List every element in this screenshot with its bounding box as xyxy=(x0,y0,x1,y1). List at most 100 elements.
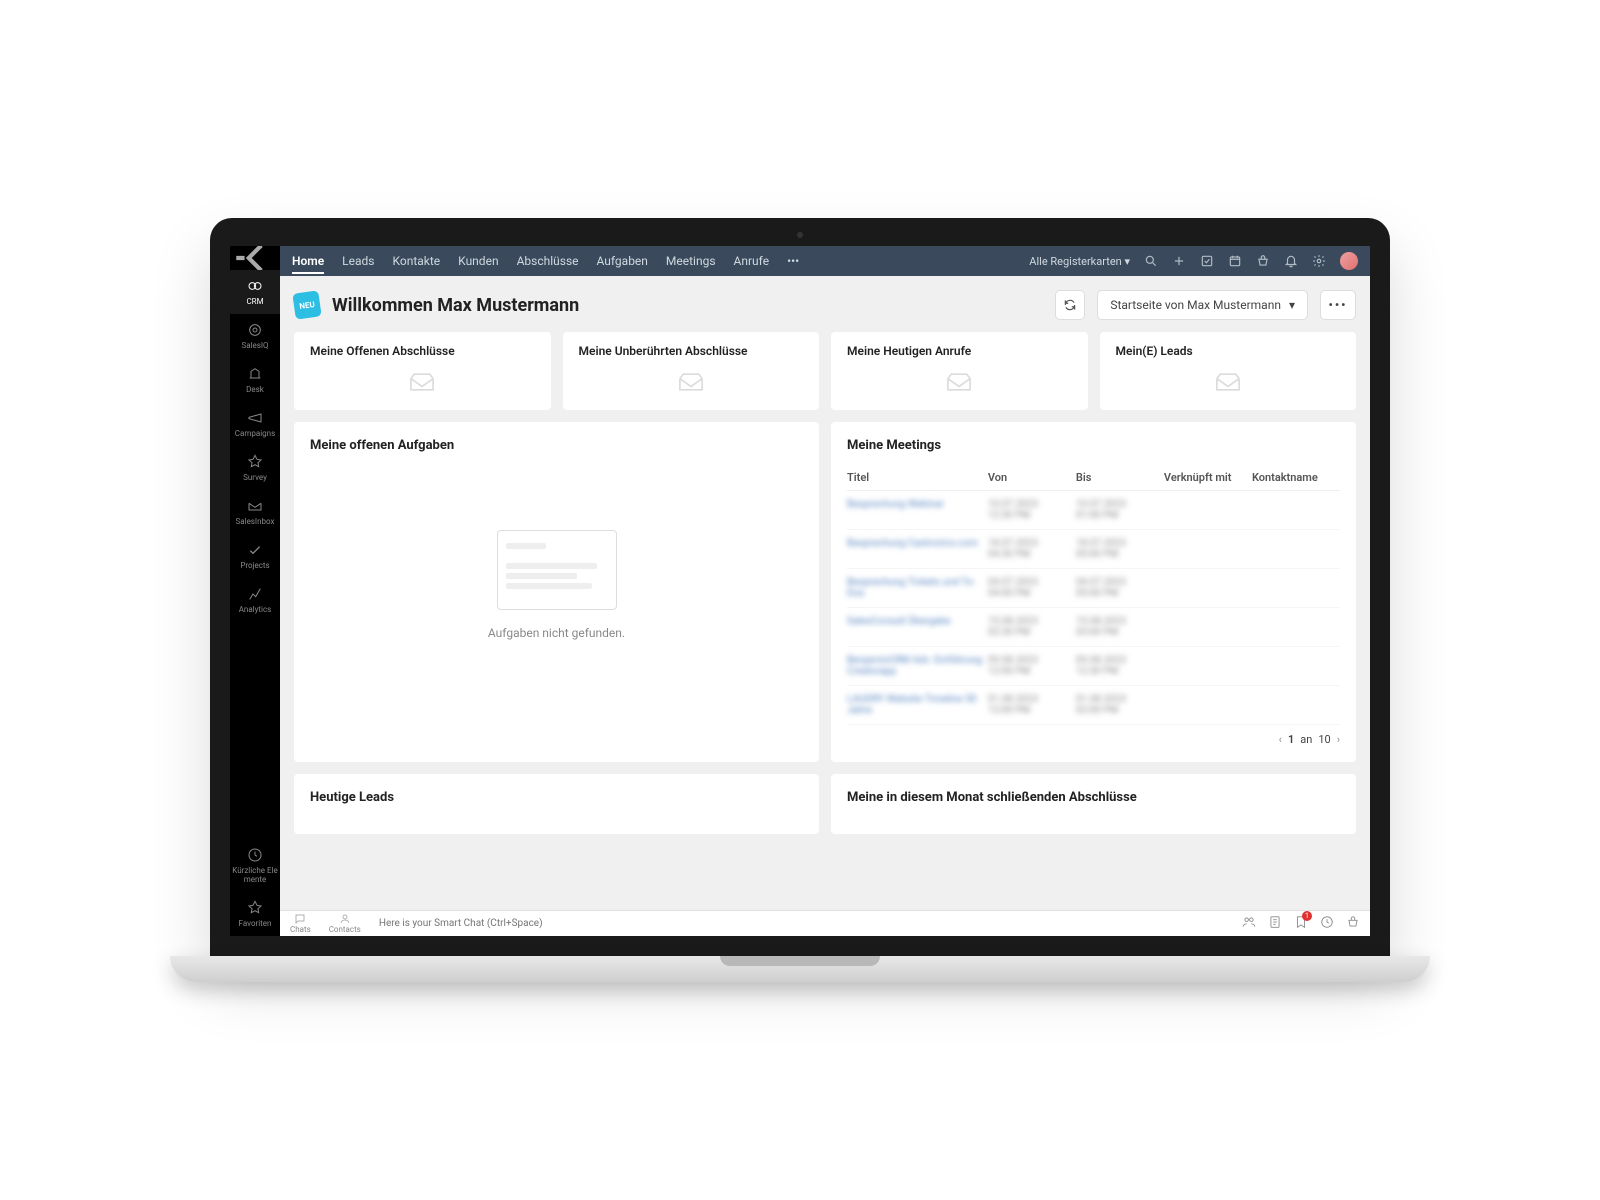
col-link: Verknüpft mit xyxy=(1164,471,1252,484)
sidebar-item-projects[interactable]: Projects xyxy=(230,534,280,578)
meeting-row[interactable]: Besprechung Webinar10.07.202312:30 PM10.… xyxy=(847,491,1340,530)
sidebar-item-survey[interactable]: Survey xyxy=(230,446,280,490)
all-tabs-dropdown[interactable]: Alle Registerkarten ▾ xyxy=(1029,255,1130,268)
sidebar-item-crm[interactable]: CRM xyxy=(230,270,280,314)
basket-icon[interactable] xyxy=(1256,254,1270,268)
new-badge: NEU xyxy=(292,290,321,319)
check-box-icon[interactable] xyxy=(1200,254,1214,268)
bottom-label: Chats xyxy=(290,925,311,934)
sidebar-label: Projects xyxy=(240,561,269,570)
bell-icon[interactable] xyxy=(1284,254,1298,268)
inbox-icon xyxy=(310,372,535,392)
meeting-row[interactable]: SalesConsult Übergabe15.08.202302:30 PM1… xyxy=(847,608,1340,647)
nav-home[interactable]: Home xyxy=(292,254,324,274)
col-von: Von xyxy=(988,471,1076,484)
plus-icon[interactable] xyxy=(1172,254,1186,268)
page-current: 1 xyxy=(1288,733,1294,746)
people-icon[interactable] xyxy=(1242,915,1256,929)
empty-illustration xyxy=(497,530,617,610)
col-title: Titel xyxy=(847,471,988,484)
inbox-icon xyxy=(847,372,1072,392)
contacts-icon xyxy=(339,913,351,925)
nav-abschluesse[interactable]: Abschlüsse xyxy=(517,254,579,268)
stat-card-untouched-deals[interactable]: Meine Unberührten Abschlüsse xyxy=(563,332,820,410)
search-icon[interactable] xyxy=(1144,254,1158,268)
leads-today-panel: Heutige Leads xyxy=(294,774,819,834)
page-icon[interactable] xyxy=(1268,915,1282,929)
meeting-row[interactable]: Besprechung Castronics.com18.07.202304:3… xyxy=(847,530,1340,569)
nav-kunden[interactable]: Kunden xyxy=(458,254,498,268)
meetings-title: Meine Meetings xyxy=(847,438,1340,453)
page-total: 10 xyxy=(1318,733,1330,746)
panels-row-1: Meine offenen Aufgaben Aufgaben nicht ge xyxy=(294,422,1356,762)
campaigns-icon xyxy=(247,410,263,426)
notification-badge[interactable] xyxy=(1294,915,1308,932)
laptop-bezel: CRM SalesIQ Desk Campaigns Survey xyxy=(210,218,1390,956)
tasks-empty-text: Aufgaben nicht gefunden. xyxy=(488,626,625,640)
meeting-row[interactable]: LAUDRY Website Timeline 50 Jahre01.08.20… xyxy=(847,686,1340,725)
bottom-right-icons xyxy=(1242,915,1360,932)
salesinbox-icon xyxy=(247,498,263,514)
desk-icon xyxy=(247,366,263,382)
tasks-empty-state: Aufgaben nicht gefunden. xyxy=(310,465,803,705)
bottom-chats[interactable]: Chats xyxy=(290,913,311,934)
page-header: NEU Willkommen Max Mustermann Startseite… xyxy=(294,290,1356,320)
cart-icon[interactable] xyxy=(1346,915,1360,929)
nav-kontakte[interactable]: Kontakte xyxy=(393,254,441,268)
sidebar-item-desk[interactable]: Desk xyxy=(230,358,280,402)
sidebar-item-analytics[interactable]: Analytics xyxy=(230,578,280,622)
nav-leads[interactable]: Leads xyxy=(342,254,374,268)
stat-card-open-deals[interactable]: Meine Offenen Abschlüsse xyxy=(294,332,551,410)
more-button[interactable]: ••• xyxy=(1320,290,1356,320)
stat-card-today-calls[interactable]: Meine Heutigen Anrufe xyxy=(831,332,1088,410)
sidebar-item-favorites[interactable]: Favoriten xyxy=(230,892,280,936)
refresh-button[interactable] xyxy=(1055,290,1085,320)
star-icon xyxy=(247,900,263,916)
nav-aufgaben[interactable]: Aufgaben xyxy=(597,254,648,268)
stat-title: Meine Heutigen Anrufe xyxy=(847,344,1072,358)
sidebar-label: Kürzliche Ele mente xyxy=(232,866,277,884)
view-dropdown[interactable]: Startseite von Max Mustermann ▾ xyxy=(1097,290,1308,320)
sidebar-label: Desk xyxy=(246,385,264,394)
nav-meetings[interactable]: Meetings xyxy=(666,254,716,268)
meeting-row[interactable]: Besprechung Tickets und To-Dos04.07.2023… xyxy=(847,569,1340,608)
bottom-contacts[interactable]: Contacts xyxy=(329,913,361,934)
gear-icon[interactable] xyxy=(1312,254,1326,268)
camera-dot xyxy=(797,232,803,238)
sidebar-item-salesinbox[interactable]: SalesInbox xyxy=(230,490,280,534)
col-contact: Kontaktname xyxy=(1252,471,1340,484)
chevron-down-icon: ▾ xyxy=(1289,298,1295,312)
next-page-button[interactable]: › xyxy=(1337,733,1340,746)
sidebar-collapse-button[interactable] xyxy=(230,246,280,270)
sidebar-label: Analytics xyxy=(239,605,272,614)
user-avatar[interactable] xyxy=(1340,252,1358,270)
closing-month-title: Meine in diesem Monat schließenden Absch… xyxy=(847,790,1340,805)
laptop-base xyxy=(170,956,1430,982)
calendar-icon[interactable] xyxy=(1228,254,1242,268)
analytics-icon xyxy=(247,586,263,602)
salesiq-icon xyxy=(247,322,263,338)
clock-icon[interactable] xyxy=(1320,915,1334,929)
meeting-row[interactable]: BenjaminCRM Adv. Einführung Creatorapp09… xyxy=(847,647,1340,686)
page-sep: an xyxy=(1300,733,1312,746)
meetings-pagination: ‹ 1 an 10 › xyxy=(847,725,1340,746)
tasks-panel: Meine offenen Aufgaben Aufgaben nicht ge xyxy=(294,422,819,762)
prev-page-button[interactable]: ‹ xyxy=(1279,733,1282,746)
sidebar-label: Survey xyxy=(243,473,267,482)
inbox-icon xyxy=(579,372,804,392)
sidebar-label: SalesIQ xyxy=(241,341,268,350)
clock-icon xyxy=(247,847,263,863)
inbox-icon xyxy=(1116,372,1341,392)
sidebar-item-recent[interactable]: Kürzliche Ele mente xyxy=(230,839,280,892)
stat-card-my-leads[interactable]: Mein(E) Leads xyxy=(1100,332,1357,410)
stat-title: Meine Offenen Abschlüsse xyxy=(310,344,535,358)
laptop-mockup: CRM SalesIQ Desk Campaigns Survey xyxy=(210,218,1390,982)
smart-chat-input[interactable] xyxy=(379,918,1224,929)
sidebar-label: SalesInbox xyxy=(236,517,275,526)
refresh-icon xyxy=(1063,298,1077,312)
nav-more[interactable]: ••• xyxy=(787,254,799,268)
sidebar-item-salesiq[interactable]: SalesIQ xyxy=(230,314,280,358)
panels-row-2: Heutige Leads Meine in diesem Monat schl… xyxy=(294,774,1356,834)
sidebar-item-campaigns[interactable]: Campaigns xyxy=(230,402,280,446)
nav-anrufe[interactable]: Anrufe xyxy=(734,254,770,268)
